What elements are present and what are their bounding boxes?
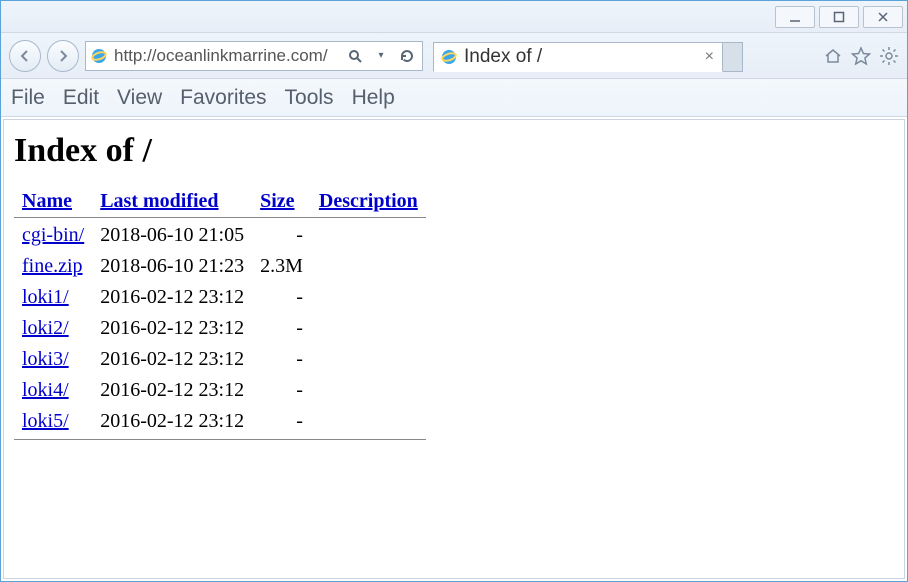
page-content: Index of / Name Last modified Size Descr…: [3, 119, 905, 579]
file-size: -: [252, 313, 311, 344]
nav-toolbar: ▾ Index of / ×: [1, 33, 907, 79]
tab-title: Index of /: [464, 46, 542, 68]
search-button[interactable]: [344, 45, 366, 67]
file-modified: 2016-02-12 23:12: [92, 344, 252, 375]
search-icon: [348, 49, 362, 63]
star-icon: [851, 46, 871, 66]
menu-bar: File Edit View Favorites Tools Help: [1, 79, 907, 117]
close-icon: [876, 10, 890, 24]
minimize-button[interactable]: [775, 6, 815, 28]
menu-file[interactable]: File: [11, 86, 45, 110]
file-desc: [311, 375, 426, 406]
file-desc: [311, 313, 426, 344]
file-link[interactable]: loki4/: [22, 379, 69, 401]
maximize-button[interactable]: [819, 6, 859, 28]
maximize-icon: [832, 10, 846, 24]
url-input[interactable]: [112, 45, 340, 67]
tab-active[interactable]: Index of / ×: [433, 42, 723, 72]
tools-button[interactable]: [879, 46, 899, 66]
forward-arrow-icon: [55, 48, 71, 64]
table-header: Name Last modified Size Description: [14, 188, 426, 215]
table-row: loki3/ 2016-02-12 23:12 -: [14, 344, 426, 375]
col-size[interactable]: Size: [260, 190, 294, 212]
minimize-icon: [788, 10, 802, 24]
col-desc[interactable]: Description: [319, 190, 418, 212]
file-desc: [311, 282, 426, 313]
file-size: -: [252, 220, 311, 251]
menu-tools[interactable]: Tools: [285, 86, 334, 110]
menu-view[interactable]: View: [117, 86, 162, 110]
menu-help[interactable]: Help: [352, 86, 395, 110]
file-modified: 2016-02-12 23:12: [92, 282, 252, 313]
refresh-button[interactable]: [396, 45, 418, 67]
file-modified: 2016-02-12 23:12: [92, 406, 252, 437]
ie-logo-icon: [440, 48, 458, 66]
col-modified[interactable]: Last modified: [100, 190, 218, 212]
home-icon: [823, 46, 843, 66]
ie-logo-icon: [90, 47, 108, 65]
file-modified: 2018-06-10 21:23: [92, 251, 252, 282]
titlebar: [1, 1, 907, 33]
file-size: -: [252, 344, 311, 375]
file-link[interactable]: loki2/: [22, 317, 69, 339]
table-row: loki2/ 2016-02-12 23:12 -: [14, 313, 426, 344]
file-link[interactable]: loki1/: [22, 286, 69, 308]
page-heading: Index of /: [14, 132, 894, 170]
table-row: loki1/ 2016-02-12 23:12 -: [14, 282, 426, 313]
close-window-button[interactable]: [863, 6, 903, 28]
file-modified: 2016-02-12 23:12: [92, 313, 252, 344]
table-row: cgi-bin/ 2018-06-10 21:05 -: [14, 220, 426, 251]
favorites-button[interactable]: [851, 46, 871, 66]
file-modified: 2018-06-10 21:05: [92, 220, 252, 251]
file-link[interactable]: loki5/: [22, 410, 69, 432]
file-desc: [311, 344, 426, 375]
file-link[interactable]: fine.zip: [22, 255, 83, 277]
back-button[interactable]: [9, 40, 41, 72]
address-bar: ▾: [85, 41, 423, 71]
refresh-icon: [399, 48, 415, 64]
col-name[interactable]: Name: [22, 190, 72, 212]
table-row: loki5/ 2016-02-12 23:12 -: [14, 406, 426, 437]
file-desc: [311, 251, 426, 282]
new-tab-button[interactable]: [723, 42, 743, 72]
menu-edit[interactable]: Edit: [63, 86, 99, 110]
file-size: -: [252, 375, 311, 406]
home-button[interactable]: [823, 46, 843, 66]
gear-icon: [879, 46, 899, 66]
chevron-down-icon: ▾: [378, 50, 383, 61]
toolbar-right: [823, 46, 899, 66]
directory-listing: Name Last modified Size Description cgi-…: [14, 188, 426, 442]
menu-favorites[interactable]: Favorites: [180, 86, 266, 110]
browser-window: ▾ Index of / ×: [0, 0, 908, 582]
file-size: -: [252, 282, 311, 313]
file-link[interactable]: cgi-bin/: [22, 224, 84, 246]
url-dropdown-button[interactable]: ▾: [370, 45, 392, 67]
tab-bar: Index of / ×: [433, 40, 809, 72]
file-modified: 2016-02-12 23:12: [92, 375, 252, 406]
file-desc: [311, 220, 426, 251]
forward-button[interactable]: [47, 40, 79, 72]
table-row: fine.zip 2018-06-10 21:23 2.3M: [14, 251, 426, 282]
back-arrow-icon: [17, 48, 33, 64]
tab-close-button[interactable]: ×: [705, 48, 714, 66]
file-size: 2.3M: [252, 251, 311, 282]
file-desc: [311, 406, 426, 437]
file-size: -: [252, 406, 311, 437]
table-row: loki4/ 2016-02-12 23:12 -: [14, 375, 426, 406]
file-link[interactable]: loki3/: [22, 348, 69, 370]
